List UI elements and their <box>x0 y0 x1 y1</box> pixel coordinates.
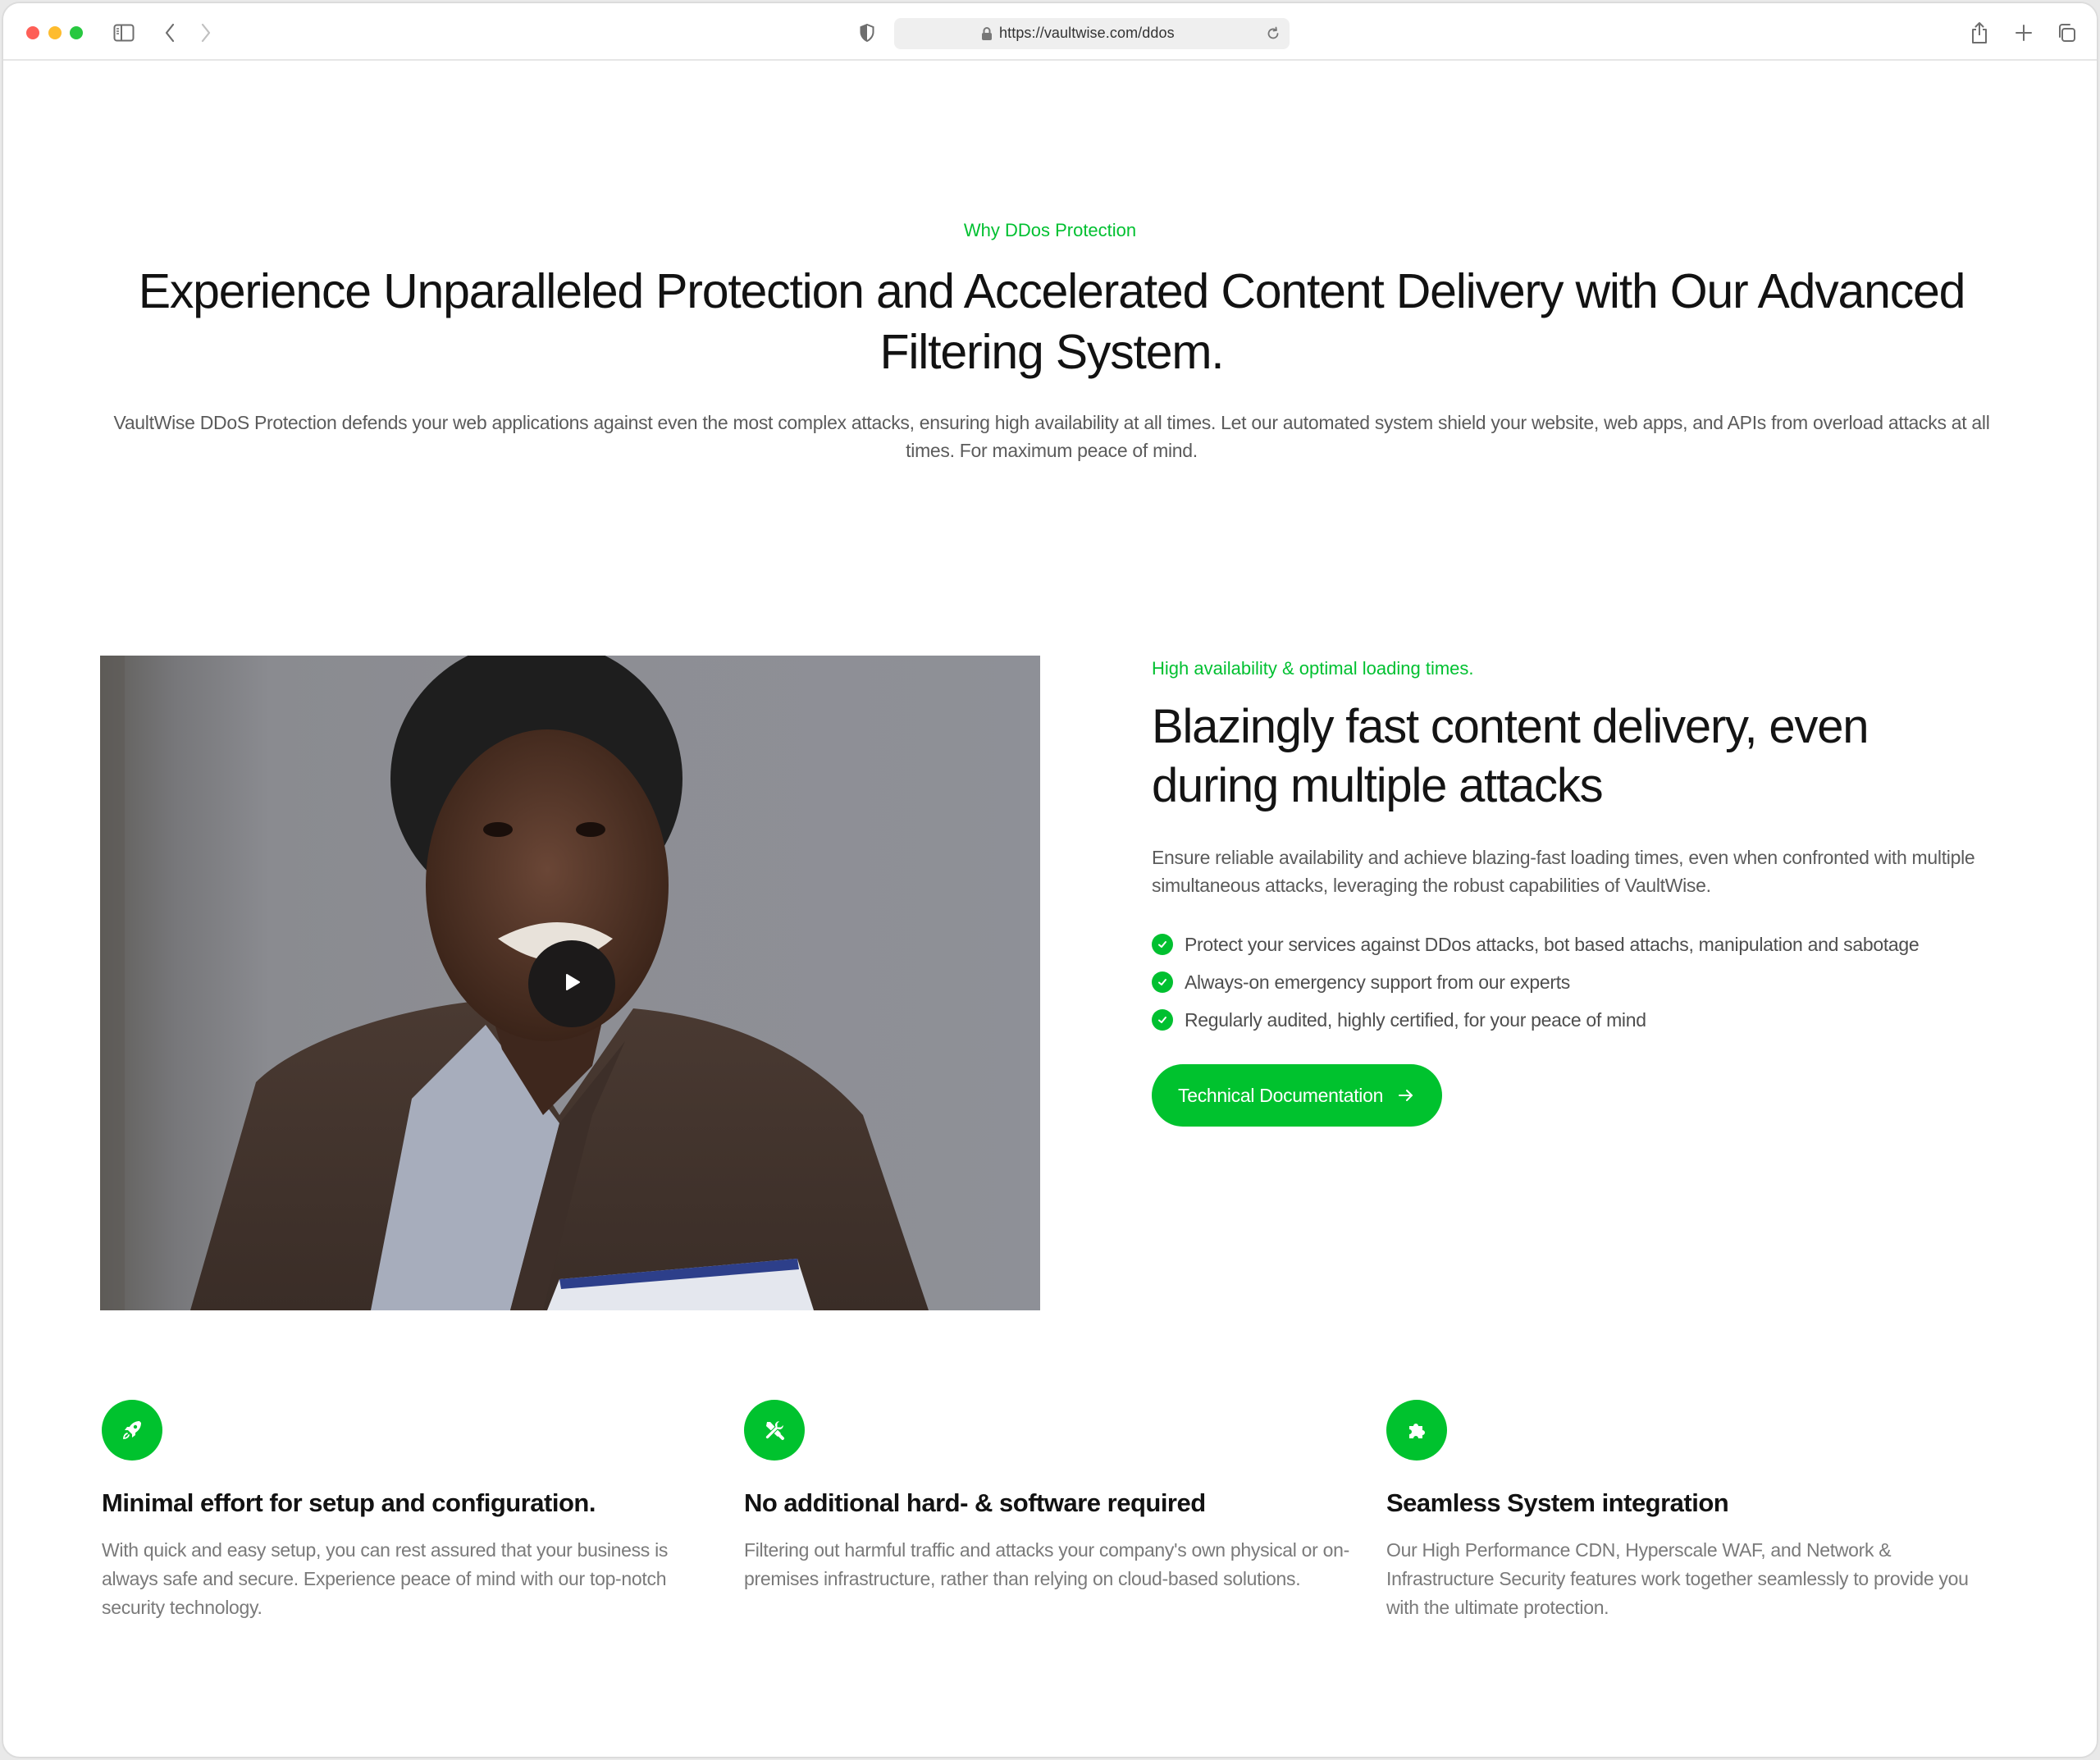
feature-card-integration: Seamless System integration Our High Per… <box>1386 1400 1993 1622</box>
checklist-text: Protect your services against DDos attac… <box>1185 933 1920 955</box>
play-video-button[interactable] <box>528 940 615 1027</box>
chevron-right-icon[interactable] <box>197 21 215 44</box>
arrow-right-icon <box>1398 1088 1414 1103</box>
feature-checklist: Protect your services against DDos attac… <box>1152 926 1920 1039</box>
feature-description: Ensure reliable availability and achieve… <box>1152 847 1975 896</box>
rocket-icon <box>102 1400 162 1461</box>
intro-eyebrow: Why DDos Protection <box>963 220 1137 240</box>
close-window-button[interactable] <box>26 26 39 39</box>
technical-documentation-button[interactable]: Technical Documentation <box>1152 1064 1443 1127</box>
puzzle-icon <box>1386 1400 1447 1461</box>
check-circle-icon <box>1152 934 1173 955</box>
plus-icon[interactable] <box>2013 21 2034 44</box>
feature-title: Blazingly fast content delivery, even du… <box>1152 700 1869 812</box>
card-description: Our High Performance CDN, Hyperscale WAF… <box>1386 1539 1969 1618</box>
check-circle-icon <box>1152 971 1173 993</box>
intro-description: VaultWise DDoS Protection defends your w… <box>113 412 1990 461</box>
browser-toolbar: https://vaultwise.com/ddos <box>3 3 2097 61</box>
reload-icon[interactable] <box>1265 25 1281 42</box>
url-text[interactable]: https://vaultwise.com/ddos <box>999 25 1175 42</box>
tabs-icon[interactable] <box>2056 21 2077 44</box>
browser-window: https://vaultwise.com/ddos Why DDos Prot… <box>2 2 2098 1758</box>
card-description: With quick and easy setup, you can rest … <box>102 1539 669 1618</box>
checklist-text: Always-on emergency support from our exp… <box>1185 971 1571 993</box>
card-title: Minimal effort for setup and configurati… <box>102 1488 596 1517</box>
feature-card-no-hardware: No additional hard- & software required … <box>744 1400 1351 1593</box>
lock-icon <box>981 26 993 41</box>
minimize-window-button[interactable] <box>48 26 62 39</box>
play-icon <box>561 971 582 997</box>
shield-icon[interactable] <box>858 21 876 44</box>
button-label: Technical Documentation <box>1178 1084 1384 1106</box>
feature-eyebrow: High availability & optimal loading time… <box>1152 658 1474 679</box>
chevron-left-icon[interactable] <box>161 21 179 44</box>
checklist-text: Regularly audited, highly certified, for… <box>1185 1008 1646 1031</box>
intro-title: Experience Unparalleled Protection and A… <box>138 264 1966 379</box>
feature-card-setup: Minimal effort for setup and configurati… <box>102 1400 709 1622</box>
tools-icon <box>744 1400 805 1461</box>
sidebar-toggle-icon[interactable] <box>113 21 135 44</box>
zoom-window-button[interactable] <box>70 26 83 39</box>
share-icon[interactable] <box>1969 21 1990 44</box>
checklist-item: Always-on emergency support from our exp… <box>1152 963 1919 1001</box>
address-bar[interactable]: https://vaultwise.com/ddos <box>894 18 1290 49</box>
checklist-item: Regularly audited, highly certified, for… <box>1152 1001 1919 1039</box>
card-title: No additional hard- & software required <box>744 1488 1206 1517</box>
card-description: Filtering out harmful traffic and attack… <box>744 1539 1349 1589</box>
checklist-item: Protect your services against DDos attac… <box>1152 926 1920 963</box>
check-circle-icon <box>1152 1009 1173 1031</box>
card-title: Seamless System integration <box>1386 1488 1729 1517</box>
